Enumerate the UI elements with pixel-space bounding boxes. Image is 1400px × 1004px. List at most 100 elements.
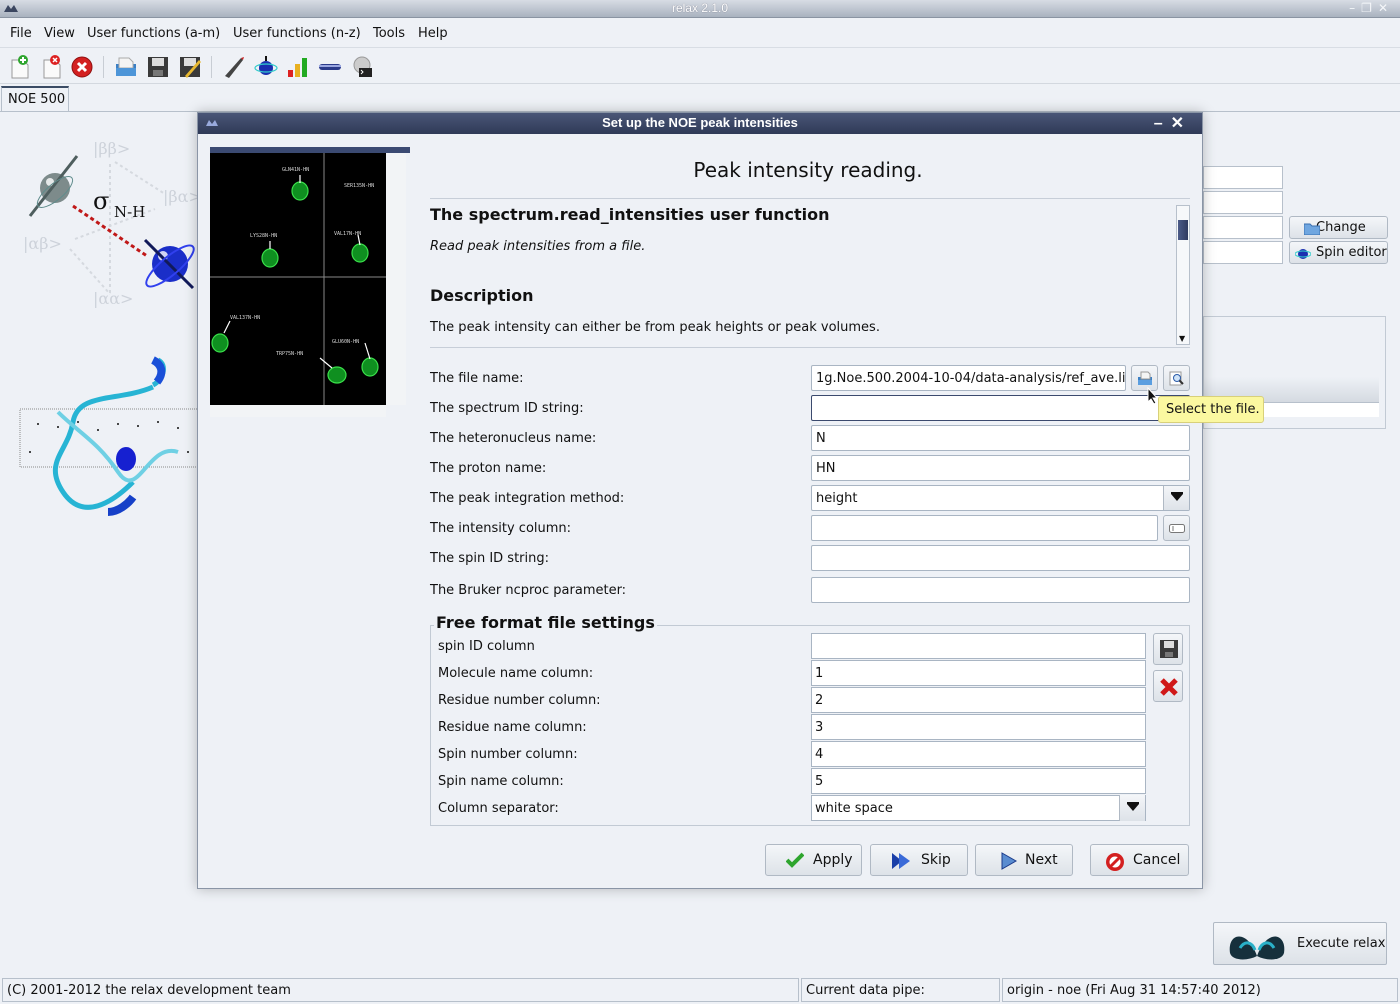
text-field-icon xyxy=(1169,524,1185,533)
spectrum-id-input[interactable] xyxy=(811,395,1190,421)
save-as-icon[interactable] xyxy=(177,54,203,80)
spin-name-column-input[interactable]: 5 xyxy=(811,768,1146,794)
spin-editor-button-label: Spin editor xyxy=(1316,245,1387,260)
run-icon[interactable] xyxy=(221,54,247,80)
molecule-name-column-label: Molecule name column: xyxy=(438,666,593,681)
skip-button[interactable]: Skip xyxy=(870,844,968,876)
peak-label: SER135N-HN xyxy=(344,183,374,189)
status-pipe-label: Current data pipe: xyxy=(801,978,1000,1002)
close-analysis-icon[interactable] xyxy=(39,54,65,80)
toolbar-separator xyxy=(103,56,104,78)
spin-id-label: The spin ID string: xyxy=(430,551,549,566)
peak-label: VAL137N-HN xyxy=(230,315,260,321)
menu-tools[interactable]: Tools xyxy=(373,26,405,41)
proton-name-input[interactable]: HN xyxy=(811,455,1190,481)
integration-method-value: height xyxy=(816,491,857,506)
bruker-ncproc-label: The Bruker ncproc parameter: xyxy=(430,583,626,598)
dialog-titlebar: Set up the NOE peak intensities –✕ xyxy=(198,113,1202,134)
bg-field-2[interactable] xyxy=(1203,191,1283,214)
minimize-button[interactable]: – xyxy=(1349,1,1361,15)
chevron-down-icon[interactable] xyxy=(1163,485,1189,511)
heteronucleus-label: The heteronucleus name: xyxy=(430,431,596,446)
menu-user-functions-a-m[interactable]: User functions (a-m) xyxy=(87,26,220,41)
description-scrollbar[interactable]: ▼ xyxy=(1176,205,1190,345)
svg-text:N-H: N-H xyxy=(114,203,145,221)
free-format-title: Free format file settings xyxy=(434,613,657,632)
scroll-down-arrow[interactable]: ▼ xyxy=(1179,334,1185,343)
cancel-icon xyxy=(1105,852,1125,872)
menu-view[interactable]: View xyxy=(44,26,75,41)
file-name-label: The file name: xyxy=(430,371,524,386)
apply-button-label: Apply xyxy=(813,852,853,868)
butterfly-icon xyxy=(1222,928,1292,962)
new-analysis-icon[interactable] xyxy=(7,54,33,80)
spin-id-column-label: spin ID column xyxy=(438,639,535,654)
intensity-column-label: The intensity column: xyxy=(430,521,571,536)
execute-relax-button[interactable]: Execute relax xyxy=(1213,922,1387,965)
column-separator-select[interactable]: white space xyxy=(811,795,1146,821)
spectrum-id-label: The spectrum ID string: xyxy=(430,401,584,416)
spin-id-input[interactable] xyxy=(811,545,1190,571)
file-name-input[interactable]: 1g.Noe.500.2004-10-04/data-analysis/ref_… xyxy=(811,365,1126,391)
menu-help[interactable]: Help xyxy=(418,26,448,41)
save-state-icon[interactable] xyxy=(145,54,171,80)
reset-free-format-button[interactable] xyxy=(1153,670,1183,702)
spin-id-column-input[interactable] xyxy=(811,633,1146,659)
energy-level-ba: |βα> xyxy=(163,187,200,206)
spectrum-plot: GLN41N-HN SER135N-HN LYS28N-HN VAL17N-HN… xyxy=(210,153,410,423)
pipe-editor-icon[interactable] xyxy=(317,54,343,80)
open-state-icon[interactable] xyxy=(113,54,139,80)
spin-editor-button[interactable]: Spin editor xyxy=(1289,241,1388,264)
molecule-name-column-input[interactable]: 1 xyxy=(811,660,1146,686)
window-titlebar: relax 2.1.0 –❐✕ xyxy=(0,0,1400,18)
chevron-down-icon[interactable] xyxy=(1119,795,1145,821)
wizard-heading: Peak intensity reading. xyxy=(428,158,1188,182)
peak-label: GLN41N-HN xyxy=(282,167,309,173)
change-button-label: Change xyxy=(1316,220,1366,235)
save-free-format-button[interactable] xyxy=(1153,633,1183,665)
cancel-button-label: Cancel xyxy=(1133,852,1180,868)
close-all-icon[interactable] xyxy=(69,54,95,80)
bg-field-4[interactable] xyxy=(1203,241,1283,264)
bg-field-3[interactable] xyxy=(1203,216,1283,239)
next-button-label: Next xyxy=(1025,852,1058,868)
change-button[interactable]: Change xyxy=(1289,216,1388,239)
peak-label: VAL17N-HN xyxy=(334,231,361,237)
apply-button[interactable]: Apply xyxy=(765,844,862,876)
bg-field-1[interactable] xyxy=(1203,166,1283,189)
toolbar xyxy=(0,50,1400,84)
dialog-logo-icon xyxy=(206,120,218,126)
divider xyxy=(430,347,1190,348)
cancel-button[interactable]: Cancel xyxy=(1090,844,1189,876)
next-button[interactable]: Next xyxy=(975,844,1073,876)
sigma-nh-label: σ xyxy=(93,187,109,215)
dialog-close-button[interactable]: ✕ xyxy=(1171,115,1192,132)
status-pipe-value: origin - noe (Fri Aug 31 14:57:40 2012) xyxy=(1002,978,1398,1002)
tab-noe-500[interactable]: NOE 500 xyxy=(1,86,69,111)
save-icon xyxy=(1160,640,1178,658)
menu-bar: File View User functions (a-m) User func… xyxy=(0,20,1400,48)
intensity-column-input[interactable] xyxy=(811,515,1158,541)
spin-number-column-input[interactable]: 4 xyxy=(811,741,1146,767)
close-window-button[interactable]: ✕ xyxy=(1378,1,1394,15)
intensity-column-edit-button[interactable] xyxy=(1163,515,1190,541)
spin-viewer-icon[interactable] xyxy=(253,54,279,80)
heteronucleus-input[interactable]: N xyxy=(811,425,1190,451)
bruker-ncproc-input[interactable] xyxy=(811,577,1190,603)
prompt-icon[interactable] xyxy=(349,54,375,80)
protein-structure-graphic xyxy=(18,352,198,522)
energy-level-bb: |ββ> xyxy=(93,139,130,158)
preview-file-button[interactable] xyxy=(1163,365,1190,391)
skip-forward-icon xyxy=(891,852,911,870)
residue-name-column-input[interactable]: 3 xyxy=(811,714,1146,740)
results-icon[interactable] xyxy=(285,54,311,80)
energy-level-aa: |αα> xyxy=(93,289,133,308)
menu-user-functions-n-z[interactable]: User functions (n-z) xyxy=(233,26,361,41)
menu-file[interactable]: File xyxy=(10,26,32,41)
integration-method-select[interactable]: height xyxy=(811,485,1190,511)
maximize-button[interactable]: ❐ xyxy=(1361,1,1378,15)
skip-button-label: Skip xyxy=(921,852,951,868)
residue-number-column-input[interactable]: 2 xyxy=(811,687,1146,713)
scrollbar-thumb[interactable] xyxy=(1178,220,1188,240)
dialog-minimize-button[interactable]: – xyxy=(1154,115,1171,132)
